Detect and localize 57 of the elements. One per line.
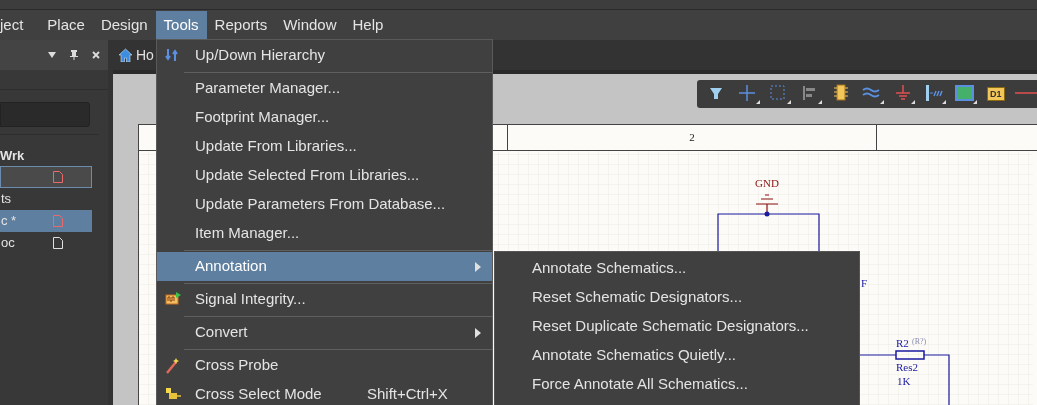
submenu-arrow-icon (475, 328, 481, 338)
waveform-chip-icon (165, 292, 181, 306)
menu-item[interactable]: Update From Libraries... (157, 132, 492, 161)
close-icon[interactable] (92, 51, 100, 59)
shortcut-label: Shift+Ctrl+X (367, 384, 448, 405)
menu-item[interactable]: Annotate Schematics... (495, 254, 859, 283)
menu-bar-item[interactable]: ject (0, 11, 32, 39)
pin-icon[interactable] (70, 50, 78, 60)
column-label: 2 (689, 130, 695, 146)
project-tree-item[interactable]: oc (0, 232, 92, 254)
junction-dot (764, 211, 770, 217)
sheet-symbol-icon[interactable] (953, 82, 979, 106)
part-value-fragment: F (861, 277, 868, 289)
dropdown-caret-icon[interactable] (48, 52, 56, 58)
placeholder-label: (R?) (912, 337, 927, 346)
menu-item[interactable]: Cross Probe (157, 351, 492, 380)
file-name: ts (1, 190, 12, 209)
home-icon (118, 48, 133, 62)
dashed-rectangle-icon[interactable] (767, 82, 793, 106)
menu-item[interactable]: Reset Duplicate Schematic Designators... (495, 312, 859, 341)
menu-bar-item[interactable]: Reports (206, 11, 276, 39)
file-name: c * (1, 212, 17, 231)
menu-item[interactable]: Update Parameters From Database... (157, 190, 492, 219)
ground-label: GND (755, 177, 779, 189)
menu-item[interactable]: Parameter Manager... (157, 74, 492, 103)
menu-bar-item[interactable]: Tools (155, 11, 207, 39)
menu-item[interactable]: Annotate Schematics Quietly... (495, 341, 859, 370)
menu-item[interactable]: Up/Down Hierarchy (157, 41, 492, 70)
menu-item[interactable]: Signal Integrity... (157, 285, 492, 314)
comment-label: Res2 (896, 361, 918, 373)
home-tab[interactable]: Ho (118, 40, 154, 70)
menu-bar-item[interactable]: Place (39, 11, 93, 39)
menu-bar-item[interactable]: Help (344, 11, 392, 39)
menu-bar-item[interactable]: Design (92, 11, 156, 39)
submenu-arrow-icon (475, 262, 481, 272)
value-label: 1K (897, 375, 911, 387)
menu-item[interactable]: Footprint Manager... (157, 103, 492, 132)
menu-item[interactable]: Cross Select Mode Shift+Ctrl+X (157, 380, 492, 405)
select-mode-icon (165, 387, 181, 401)
project-name: Wrk (0, 147, 26, 165)
menu-item[interactable]: Annotation (157, 252, 492, 281)
wand-icon (165, 358, 179, 374)
menu-bar-item[interactable]: Window (275, 11, 345, 39)
up-down-arrows-icon (165, 48, 179, 62)
crosshair-icon[interactable] (736, 82, 762, 106)
menu-item[interactable]: Force Annotate All Schematics... (495, 370, 859, 399)
menu-item[interactable]: Convert (157, 318, 492, 347)
ground-symbol (755, 194, 779, 215)
menu-item[interactable]: Reset Schematic Designators... (495, 283, 859, 312)
file-name: oc (1, 234, 15, 253)
resistor-symbol (895, 350, 925, 360)
project-tree-item[interactable] (0, 166, 92, 188)
project-tree-item[interactable]: ts (0, 188, 92, 210)
designator-label: R2 (896, 337, 909, 349)
menu-item[interactable]: Update Selected From Libraries... (157, 161, 492, 190)
menu-item[interactable]: Item Manager... (157, 219, 492, 248)
net-label-icon[interactable]: D1 (987, 87, 1005, 101)
